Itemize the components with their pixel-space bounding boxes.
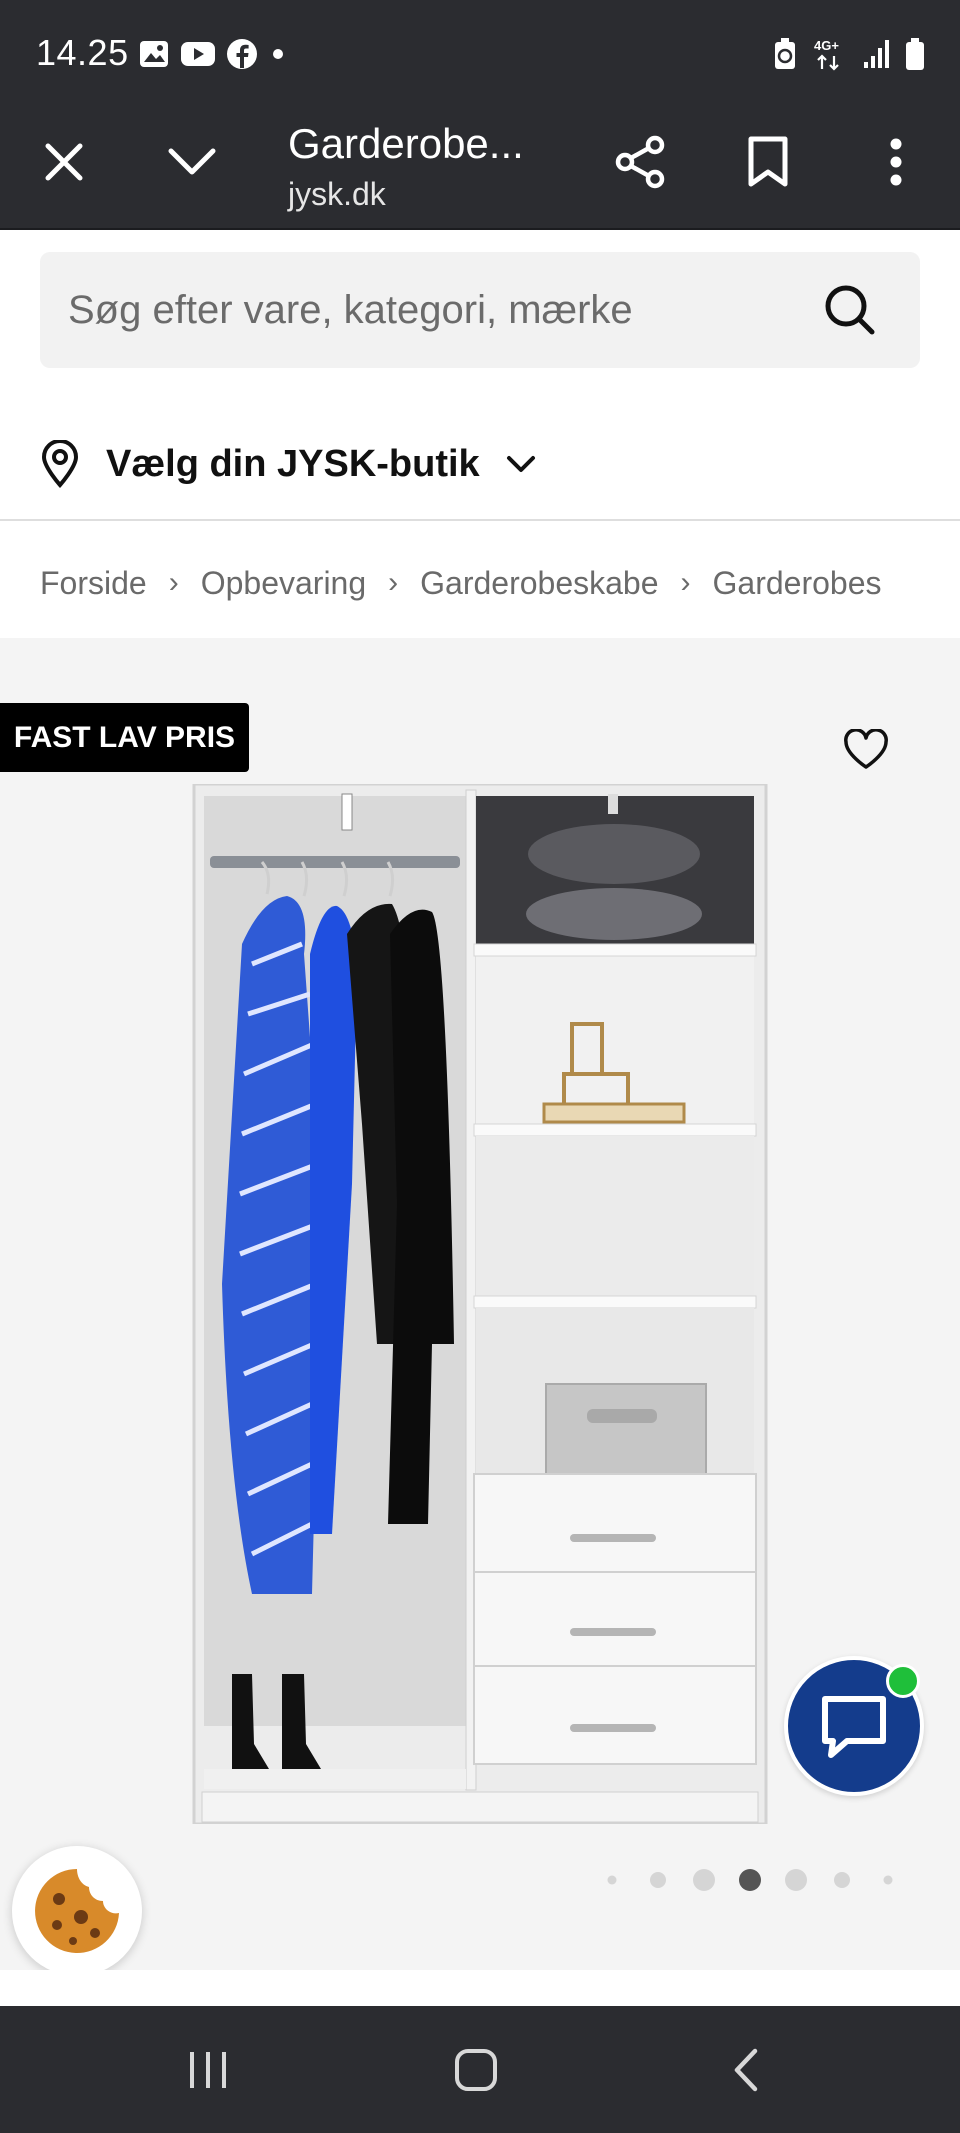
browser-toolbar: Garderobe... jysk.dk bbox=[0, 108, 960, 230]
share-button[interactable] bbox=[608, 130, 672, 194]
tab-title: Garderobe... bbox=[288, 120, 524, 167]
breadcrumb-separator: › bbox=[168, 566, 179, 599]
battery-saver-icon bbox=[775, 38, 795, 69]
breadcrumb-separator: › bbox=[388, 566, 399, 599]
back-button[interactable] bbox=[706, 2042, 786, 2098]
product-image bbox=[192, 784, 768, 1824]
bookmark-icon bbox=[748, 136, 788, 187]
search-bar bbox=[40, 252, 920, 368]
status-bar: 14.25 4G+ bbox=[0, 0, 960, 108]
share-icon bbox=[615, 135, 665, 189]
youtube-icon bbox=[181, 42, 215, 66]
carousel-dot[interactable] bbox=[785, 1869, 807, 1891]
chat-bubble-icon bbox=[822, 1696, 886, 1758]
breadcrumb-item-forside[interactable]: Forside bbox=[40, 565, 147, 602]
4g-icon: 4G+ bbox=[814, 38, 839, 71]
carousel-dot[interactable] bbox=[693, 1869, 715, 1891]
store-selector[interactable]: Vælg din JYSK-butik bbox=[40, 432, 536, 496]
content-spacer bbox=[0, 1970, 960, 2006]
facebook-icon bbox=[227, 39, 257, 69]
minimize-tab-button[interactable] bbox=[160, 130, 224, 194]
carousel-dot[interactable] bbox=[739, 1869, 761, 1891]
dot-icon bbox=[273, 49, 283, 59]
status-system-icons: 4G+ bbox=[772, 36, 926, 72]
header-divider bbox=[0, 519, 960, 521]
carousel-indicator[interactable] bbox=[600, 1860, 900, 1900]
breadcrumb-separator: › bbox=[680, 566, 691, 599]
price-badge: FAST LAV PRIS bbox=[0, 703, 249, 772]
breadcrumb-item-opbevaring[interactable]: Opbevaring bbox=[201, 565, 366, 602]
home-button[interactable] bbox=[436, 2042, 516, 2098]
carousel-dot[interactable] bbox=[834, 1872, 850, 1888]
status-time: 14.25 bbox=[36, 32, 129, 73]
system-navigation-bar bbox=[0, 2006, 960, 2133]
breadcrumb-item-garderobeskabe[interactable]: Garderobeskabe bbox=[420, 565, 658, 602]
online-status-dot bbox=[886, 1664, 920, 1698]
chevron-down-icon bbox=[506, 456, 535, 472]
close-icon bbox=[45, 143, 83, 181]
back-icon bbox=[734, 2048, 758, 2092]
breadcrumb: Forside › Opbevaring › Garderobeskabe › … bbox=[40, 558, 920, 608]
recent-apps-icon bbox=[190, 2052, 226, 2088]
gallery-icon bbox=[140, 41, 168, 67]
battery-icon bbox=[906, 38, 924, 70]
carousel-dot[interactable] bbox=[607, 1875, 617, 1885]
recent-apps-button[interactable] bbox=[168, 2042, 248, 2098]
status-notification-icons bbox=[138, 38, 288, 70]
svg-text:4G+: 4G+ bbox=[814, 38, 839, 53]
carousel-dot[interactable] bbox=[883, 1875, 893, 1885]
search-icon bbox=[825, 285, 875, 335]
more-vertical-icon bbox=[890, 138, 902, 186]
carousel-dot[interactable] bbox=[650, 1872, 666, 1888]
chevron-down-icon bbox=[168, 148, 216, 175]
chat-button[interactable] bbox=[784, 1656, 924, 1796]
cookie-icon bbox=[35, 1869, 120, 1953]
home-icon bbox=[455, 2049, 497, 2091]
tab-domain: jysk.dk bbox=[288, 176, 386, 212]
cookie-settings-button[interactable] bbox=[12, 1846, 142, 1976]
bookmark-button[interactable] bbox=[736, 130, 800, 194]
location-pin-icon bbox=[41, 440, 79, 488]
favorite-button[interactable] bbox=[836, 720, 896, 780]
search-button[interactable] bbox=[820, 280, 880, 340]
heart-icon bbox=[844, 729, 888, 769]
close-tab-button[interactable] bbox=[32, 130, 96, 194]
more-options-button[interactable] bbox=[864, 130, 928, 194]
breadcrumb-item-current[interactable]: Garderobes bbox=[713, 565, 882, 602]
signal-icon bbox=[864, 40, 889, 68]
search-input[interactable] bbox=[68, 282, 808, 338]
store-selector-label: Vælg din JYSK-butik bbox=[106, 442, 480, 485]
